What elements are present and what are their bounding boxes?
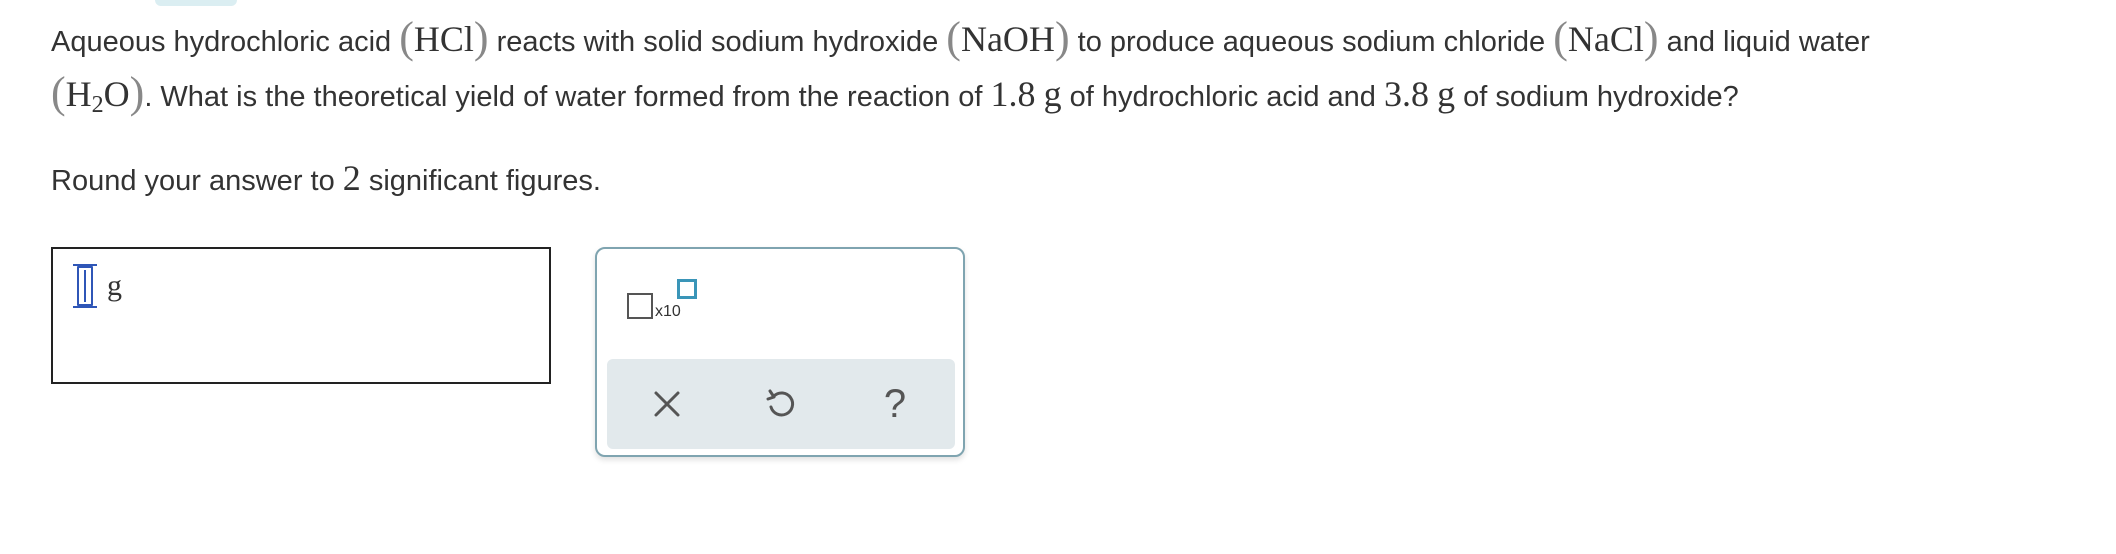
question-segment: of sodium hydroxide?	[1455, 81, 1739, 113]
mass-unit: g	[1043, 74, 1062, 114]
rounding-instruction: Round your answer to 2 significant figur…	[51, 154, 601, 205]
open-paren: (	[51, 68, 66, 117]
formula-hcl: HCl	[413, 19, 474, 59]
formula-h2o-subscript: 2	[91, 92, 104, 118]
cursor-caret	[84, 270, 86, 302]
answer-input-cursor[interactable]	[73, 264, 97, 308]
help-button[interactable]: ?	[870, 379, 920, 429]
close-paren: )	[1643, 13, 1659, 62]
question-segment: . What is the theoretical yield of water…	[144, 81, 991, 113]
undo-icon	[766, 389, 795, 417]
question-text: Aqueous hydrochloric acid (HCl) reacts w…	[51, 12, 2101, 130]
clear-button[interactable]	[642, 379, 692, 429]
close-paren: )	[129, 68, 145, 117]
sig-figs-count: 2	[342, 158, 361, 198]
open-paren: (	[1553, 13, 1568, 62]
instruction-segment: significant figures.	[360, 165, 601, 197]
top-tab-indicator	[155, 0, 237, 6]
question-segment: to produce aqueous sodium chloride	[1069, 26, 1554, 58]
mass-hcl: 1.8	[990, 74, 1036, 114]
palette-action-bar: ?	[607, 359, 955, 449]
scientific-notation-button[interactable]: x10	[625, 279, 697, 325]
x-icon	[654, 391, 680, 417]
answer-unit-label: g	[107, 269, 122, 302]
x10-label: x10	[655, 303, 681, 320]
mantissa-box-icon	[627, 293, 653, 319]
instruction-segment: Round your answer to	[51, 165, 343, 197]
question-segment: and liquid water	[1658, 26, 1870, 58]
undo-button[interactable]	[756, 379, 806, 429]
mass-naoh: 3.8	[1384, 74, 1429, 114]
question-segment: Aqueous hydrochloric acid	[51, 26, 400, 58]
formula-h2o: H2O	[65, 74, 130, 118]
formula-h2o-o: O	[103, 74, 130, 114]
question-segment: of hydrochloric acid and	[1061, 81, 1384, 113]
question-mark-icon: ?	[883, 382, 907, 426]
close-paren: )	[1054, 13, 1070, 62]
formula-h2o-h: H	[65, 74, 92, 114]
close-paren: )	[473, 13, 489, 62]
answer-input-box[interactable]: g	[51, 247, 551, 384]
mass-unit: g	[1437, 74, 1456, 114]
question-segment: reacts with solid sodium hydroxide	[488, 26, 947, 58]
math-palette: x10 ?	[595, 247, 965, 457]
open-paren: (	[946, 13, 961, 62]
open-paren: (	[399, 13, 414, 62]
exponent-box-icon	[677, 279, 697, 299]
formula-naoh: NaOH	[960, 19, 1055, 59]
formula-nacl: NaCl	[1567, 19, 1644, 59]
